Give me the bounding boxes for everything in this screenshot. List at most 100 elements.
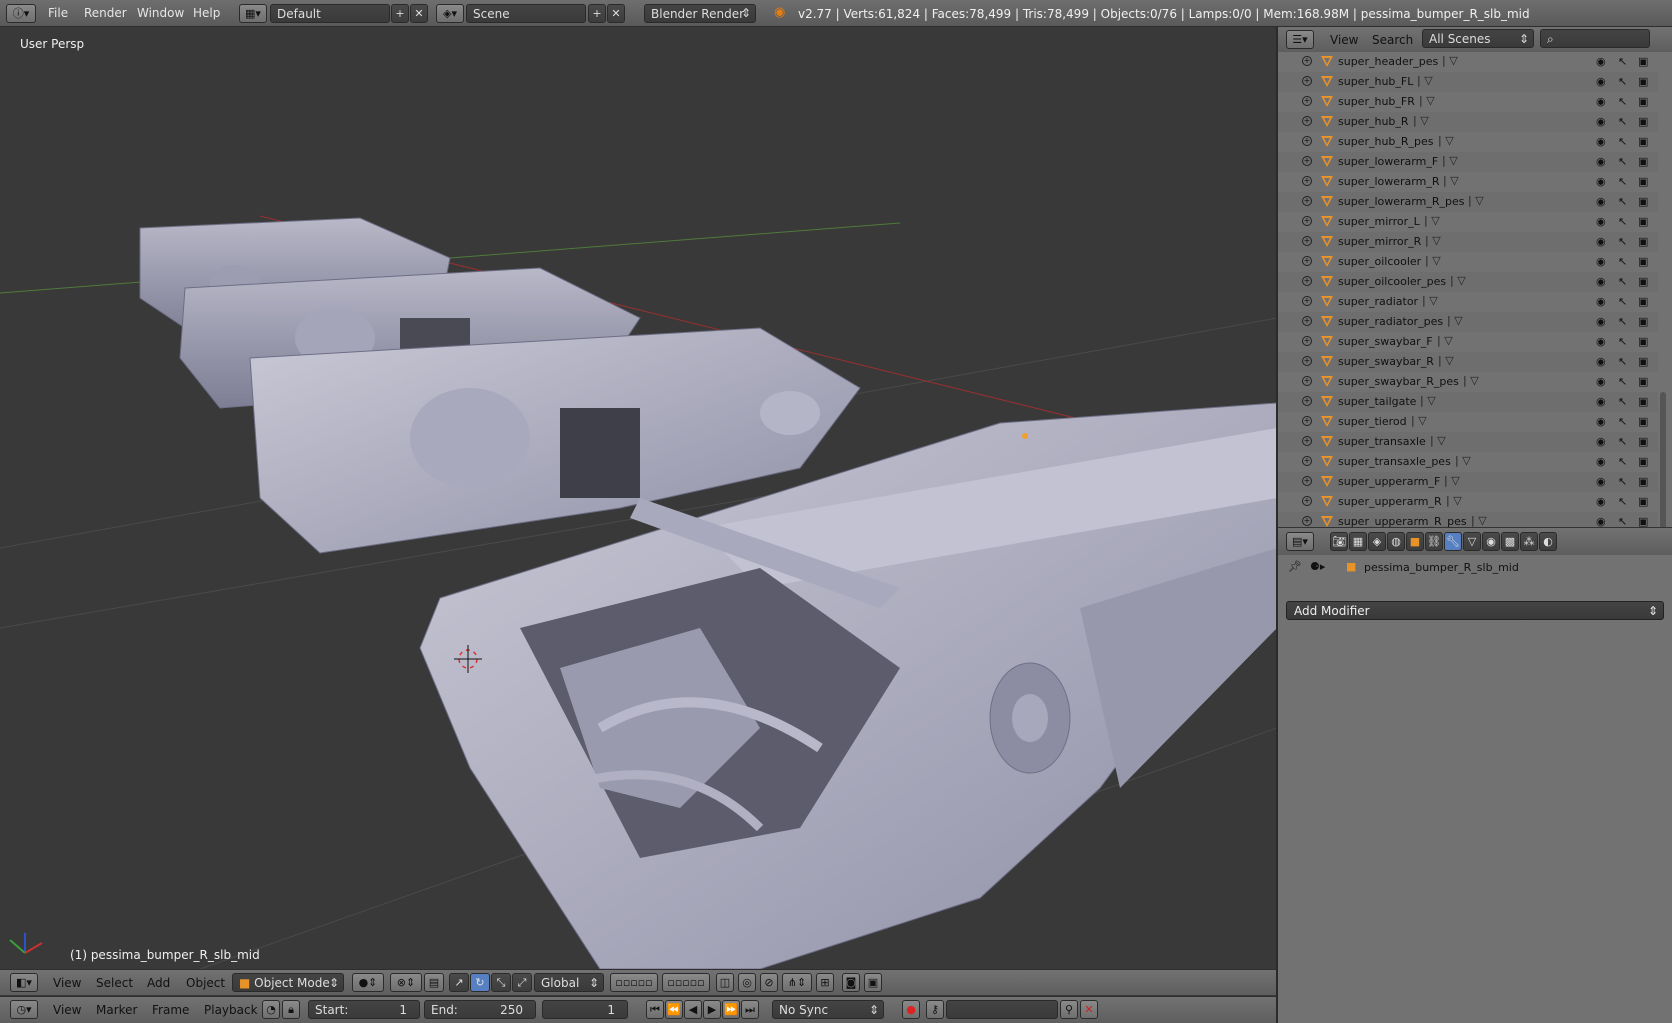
object-tab-icon[interactable]: ■ bbox=[1406, 532, 1424, 551]
outliner-item-name[interactable]: super_mirror_R bbox=[1338, 235, 1421, 248]
eye-icon[interactable]: ◉ bbox=[1596, 75, 1606, 88]
cursor-select-icon[interactable]: ↖ bbox=[1618, 155, 1627, 168]
camera-render-icon[interactable]: ▣ bbox=[1638, 395, 1648, 408]
cursor-select-icon[interactable]: ↖ bbox=[1618, 375, 1627, 388]
eye-icon[interactable]: ◉ bbox=[1596, 495, 1606, 508]
mode-select[interactable]: ■ Object Mode ⇕ bbox=[232, 973, 344, 992]
expand-icon[interactable]: + bbox=[1302, 216, 1312, 226]
shading-select[interactable]: ●⇕ bbox=[352, 973, 384, 992]
expand-icon[interactable]: + bbox=[1302, 516, 1312, 526]
outliner-item[interactable]: + super_hub_R | ▽ ◉ ↖ ▣ bbox=[1278, 112, 1658, 132]
outliner-filter-select[interactable]: All Scenes ⇕ bbox=[1422, 29, 1534, 48]
expand-icon[interactable]: + bbox=[1302, 176, 1312, 186]
add-modifier-button[interactable]: Add Modifier ⇕ bbox=[1286, 601, 1664, 620]
outliner-item[interactable]: + super_upperarm_R_pes | ▽ ◉ ↖ ▣ bbox=[1278, 512, 1658, 527]
insert-keyframe-icon[interactable]: ⚲ bbox=[1060, 1000, 1078, 1019]
camera-render-icon[interactable]: ▣ bbox=[1638, 55, 1648, 68]
eye-icon[interactable]: ◉ bbox=[1596, 515, 1606, 527]
snap-target-icon[interactable]: ⊞ bbox=[816, 973, 834, 992]
outliner-item-name[interactable]: super_swaybar_R bbox=[1338, 355, 1434, 368]
cursor-select-icon[interactable]: ↖ bbox=[1618, 335, 1627, 348]
expand-icon[interactable]: + bbox=[1302, 476, 1312, 486]
eye-icon[interactable]: ◉ bbox=[1596, 415, 1606, 428]
eye-icon[interactable]: ◉ bbox=[1596, 295, 1606, 308]
eye-icon[interactable]: ◉ bbox=[1596, 275, 1606, 288]
editor-type-outliner-button[interactable]: ☰▾ bbox=[1286, 30, 1314, 49]
editor-type-properties-button[interactable]: ▤▾ bbox=[1286, 532, 1314, 551]
outliner-item-name[interactable]: super_swaybar_F bbox=[1338, 335, 1433, 348]
camera-render-icon[interactable]: ▣ bbox=[1638, 315, 1648, 328]
timeline-view-menu[interactable]: View bbox=[53, 1003, 81, 1017]
outliner-item[interactable]: + super_header_pes | ▽ ◉ ↖ ▣ bbox=[1278, 52, 1658, 72]
frame-menu[interactable]: Frame bbox=[152, 1003, 189, 1017]
layers-grid-2[interactable]: ▫▫▫▫▫ bbox=[662, 973, 710, 992]
outliner-item-name[interactable]: super_upperarm_F bbox=[1338, 475, 1440, 488]
camera-render-icon[interactable]: ▣ bbox=[1638, 75, 1648, 88]
outliner-item[interactable]: + super_lowerarm_R_pes | ▽ ◉ ↖ ▣ bbox=[1278, 192, 1658, 212]
cursor-select-icon[interactable]: ↖ bbox=[1618, 175, 1627, 188]
camera-render-icon[interactable]: ▣ bbox=[1638, 515, 1648, 527]
outliner-item-name[interactable]: super_upperarm_R bbox=[1338, 495, 1442, 508]
outliner-item-name[interactable]: super_lowerarm_F bbox=[1338, 155, 1438, 168]
expand-icon[interactable]: + bbox=[1302, 276, 1312, 286]
render-layers-tab-icon[interactable]: ▦ bbox=[1349, 532, 1367, 551]
eye-icon[interactable]: ◉ bbox=[1596, 115, 1606, 128]
outliner-item[interactable]: + super_mirror_L | ▽ ◉ ↖ ▣ bbox=[1278, 212, 1658, 232]
marker-menu[interactable]: Marker bbox=[96, 1003, 137, 1017]
eye-icon[interactable]: ◉ bbox=[1596, 155, 1606, 168]
expand-icon[interactable]: + bbox=[1302, 256, 1312, 266]
camera-render-icon[interactable]: ▣ bbox=[1638, 455, 1648, 468]
outliner-item[interactable]: + super_swaybar_R | ▽ ◉ ↖ ▣ bbox=[1278, 352, 1658, 372]
expand-icon[interactable]: + bbox=[1302, 376, 1312, 386]
delete-keyframe-icon[interactable]: ✕ bbox=[1080, 1000, 1098, 1019]
outliner-item[interactable]: + super_mirror_R | ▽ ◉ ↖ ▣ bbox=[1278, 232, 1658, 252]
camera-render-icon[interactable]: ▣ bbox=[1638, 215, 1648, 228]
camera-render-icon[interactable]: ▣ bbox=[1638, 475, 1648, 488]
start-frame-field[interactable]: Start: 1 bbox=[308, 1000, 420, 1019]
render-engine-select[interactable]: Blender Render ⇕ bbox=[644, 4, 756, 23]
camera-render-icon[interactable]: ▣ bbox=[1638, 255, 1648, 268]
menu-file[interactable]: File bbox=[48, 6, 68, 20]
cursor-select-icon[interactable]: ↖ bbox=[1618, 455, 1627, 468]
screen-layout-field[interactable]: Default bbox=[270, 4, 390, 23]
outliner-item-name[interactable]: super_oilcooler bbox=[1338, 255, 1421, 268]
area-divider-vertical[interactable] bbox=[1276, 27, 1278, 1023]
cursor-select-icon[interactable]: ↖ bbox=[1618, 195, 1627, 208]
camera-render-icon[interactable]: ▣ bbox=[1638, 175, 1648, 188]
lock-layers-icon[interactable]: ◫ bbox=[716, 973, 734, 992]
expand-icon[interactable]: + bbox=[1302, 76, 1312, 86]
eye-icon[interactable]: ◉ bbox=[1596, 235, 1606, 248]
expand-icon[interactable]: + bbox=[1302, 436, 1312, 446]
editor-type-timeline-button[interactable]: ◷▾ bbox=[10, 1000, 38, 1019]
cursor-select-icon[interactable]: ↖ bbox=[1618, 215, 1627, 228]
outliner-item-name[interactable]: super_tierod bbox=[1338, 415, 1407, 428]
cursor-select-icon[interactable]: ↖ bbox=[1618, 515, 1627, 527]
outliner-item-name[interactable]: super_tailgate bbox=[1338, 395, 1416, 408]
sync-select[interactable]: No Sync ⇕ bbox=[772, 1000, 884, 1019]
rotate-icon[interactable]: ↻ bbox=[470, 973, 490, 992]
expand-icon[interactable]: + bbox=[1302, 136, 1312, 146]
menu-render[interactable]: Render bbox=[84, 6, 127, 20]
add-layout-button[interactable]: + bbox=[391, 4, 409, 23]
eye-icon[interactable]: ◉ bbox=[1596, 135, 1606, 148]
eye-icon[interactable]: ◉ bbox=[1596, 475, 1606, 488]
outliner-item-name[interactable]: super_upperarm_R_pes bbox=[1338, 515, 1467, 527]
eye-icon[interactable]: ◉ bbox=[1596, 255, 1606, 268]
outliner-item-name[interactable]: super_hub_FR bbox=[1338, 95, 1415, 108]
data-tab-icon[interactable]: ▽ bbox=[1463, 532, 1481, 551]
outliner-item-name[interactable]: super_hub_R_pes bbox=[1338, 135, 1434, 148]
eye-icon[interactable]: ◉ bbox=[1596, 175, 1606, 188]
eye-icon[interactable]: ◉ bbox=[1596, 435, 1606, 448]
cursor-select-icon[interactable]: ↖ bbox=[1618, 255, 1627, 268]
snap-element-icon[interactable]: ⋔⇕ bbox=[782, 973, 812, 992]
eye-icon[interactable]: ◉ bbox=[1596, 315, 1606, 328]
keying-set-field[interactable] bbox=[946, 1000, 1058, 1019]
camera-render-icon[interactable]: ▣ bbox=[1638, 495, 1648, 508]
expand-icon[interactable]: + bbox=[1302, 116, 1312, 126]
outliner-item-name[interactable]: super_lowerarm_R_pes bbox=[1338, 195, 1464, 208]
view-menu[interactable]: View bbox=[53, 976, 81, 990]
outliner-item[interactable]: + super_lowerarm_F | ▽ ◉ ↖ ▣ bbox=[1278, 152, 1658, 172]
camera-render-icon[interactable]: ▣ bbox=[1638, 95, 1648, 108]
scene-tab-icon[interactable]: ◈ bbox=[1368, 532, 1386, 551]
lock-range-icon[interactable]: 🔒︎ bbox=[282, 1000, 300, 1019]
